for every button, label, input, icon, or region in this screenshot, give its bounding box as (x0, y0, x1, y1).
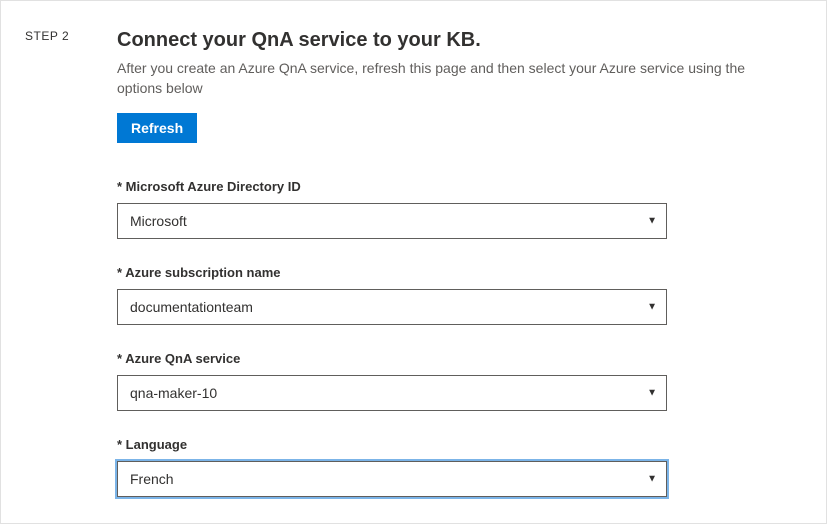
language-select[interactable]: French (117, 461, 667, 497)
qna-service-select[interactable]: qna-maker-10 (117, 375, 667, 411)
subscription-label: * Azure subscription name (117, 265, 782, 280)
page-title: Connect your QnA service to your KB. (117, 29, 782, 52)
refresh-button[interactable]: Refresh (117, 113, 197, 143)
subscription-select[interactable]: documentationteam (117, 289, 667, 325)
qna-service-label: * Azure QnA service (117, 351, 782, 366)
step-indicator: STEP 2 (25, 29, 93, 43)
directory-label: * Microsoft Azure Directory ID (117, 179, 782, 194)
page-subtitle: After you create an Azure QnA service, r… (117, 58, 757, 99)
language-label: * Language (117, 437, 782, 452)
directory-select[interactable]: Microsoft (117, 203, 667, 239)
